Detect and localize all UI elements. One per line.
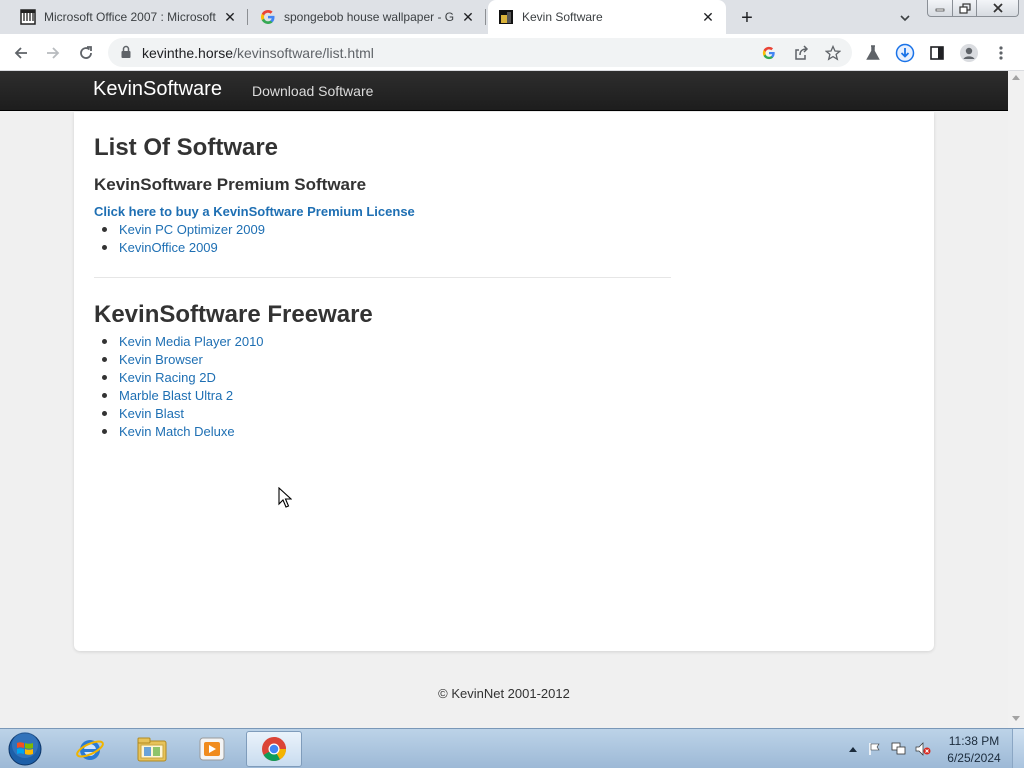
lock-icon[interactable] (120, 45, 132, 64)
list-item[interactable]: Kevin Media Player 2010 (94, 332, 264, 350)
site-brand-link[interactable]: KevinSoftware (93, 78, 222, 101)
software-link[interactable]: Kevin Media Player 2010 (119, 334, 264, 349)
list-item[interactable]: KevinOffice 2009 (94, 238, 265, 256)
start-button[interactable] (6, 731, 44, 767)
buy-premium-license-link[interactable]: Click here to buy a KevinSoftware Premiu… (94, 204, 415, 219)
tab-title: Kevin Software (522, 10, 603, 24)
page-title: List Of Software (94, 134, 279, 161)
side-panel-icon[interactable] (926, 42, 948, 64)
software-link[interactable]: Kevin Match Deluxe (119, 424, 235, 439)
forward-button[interactable] (42, 42, 64, 64)
list-item[interactable]: Kevin Racing 2D (94, 368, 264, 386)
url-text: kevinthe.horse/kevinsoftware/list.html (142, 45, 374, 61)
download-icon[interactable] (894, 42, 916, 64)
bullet-icon (102, 374, 107, 380)
new-tab-button[interactable]: + (736, 7, 758, 29)
vertical-scrollbar[interactable] (1008, 71, 1024, 728)
bullet-icon (102, 428, 107, 434)
freeware-section-heading: KevinSoftware Freeware (94, 301, 373, 328)
software-link[interactable]: Kevin Racing 2D (119, 370, 216, 385)
software-link[interactable]: Marble Blast Ultra 2 (119, 388, 233, 403)
premium-section-heading: KevinSoftware Premium Software (94, 175, 367, 194)
list-item[interactable]: Kevin Blast (94, 404, 264, 422)
tab-kevin-software[interactable]: Kevin Software ✕ (488, 0, 726, 34)
windows-explorer-icon[interactable] (124, 731, 180, 767)
clock-date[interactable]: 6/25/2024 (944, 751, 1004, 765)
bullet-icon (102, 338, 107, 344)
tab-title: spongebob house wallpaper - Go (284, 10, 454, 24)
show-desktop-button[interactable] (1012, 729, 1024, 768)
archive-icon (20, 9, 36, 25)
minimize-button[interactable] (927, 0, 953, 17)
content-panel: List Of Software KevinSoftware Premium S… (74, 112, 934, 651)
menu-kebab-icon[interactable] (990, 42, 1012, 64)
bookmark-star-icon[interactable] (822, 42, 844, 64)
software-link[interactable]: KevinOffice 2009 (119, 240, 218, 255)
bullet-icon (102, 392, 107, 398)
tab-separator (485, 9, 486, 25)
list-item[interactable]: Kevin PC Optimizer 2009 (94, 220, 265, 238)
tab-microsoft-office[interactable]: Microsoft Office 2007 : Microsoft ✕ (10, 0, 248, 34)
list-item[interactable]: Kevin Match Deluxe (94, 422, 264, 440)
address-bar[interactable]: kevinthe.horse/kevinsoftware/list.html (108, 38, 852, 67)
network-icon[interactable] (891, 741, 907, 757)
share-icon[interactable] (790, 42, 812, 64)
mouse-pointer-icon (278, 486, 293, 514)
close-icon[interactable]: ✕ (460, 9, 476, 25)
clock-time[interactable]: 11:38 PM (944, 734, 1004, 748)
volume-muted-icon[interactable] (915, 741, 931, 757)
scroll-up-arrow-icon[interactable] (1012, 75, 1020, 80)
chrome-icon[interactable] (246, 731, 302, 767)
footer-copyright: © KevinNet 2001-2012 (438, 686, 570, 701)
page-viewport: KevinSoftware Download Software List Of … (0, 71, 1024, 728)
premium-software-list: Kevin PC Optimizer 2009 KevinOffice 2009 (94, 220, 265, 256)
bullet-icon (102, 244, 107, 250)
google-lens-icon[interactable] (758, 42, 780, 64)
windows-taskbar: 11:38 PM 6/25/2024 (0, 728, 1024, 768)
show-hidden-icons-arrow-icon[interactable] (845, 741, 861, 757)
internet-explorer-icon[interactable] (62, 731, 118, 767)
labs-flask-icon[interactable] (862, 42, 884, 64)
freeware-software-list: Kevin Media Player 2010 Kevin Browser Ke… (94, 332, 264, 440)
bullet-icon (102, 410, 107, 416)
site-navbar: KevinSoftware Download Software (0, 71, 1008, 111)
tab-google-search[interactable]: spongebob house wallpaper - Go ✕ (250, 0, 486, 34)
restore-button[interactable] (953, 0, 977, 17)
back-button[interactable] (10, 42, 32, 64)
close-icon[interactable]: ✕ (700, 9, 716, 25)
browser-tab-strip: Microsoft Office 2007 : Microsoft ✕ spon… (0, 0, 1024, 34)
section-divider (94, 277, 671, 278)
url-path: /kevinsoftware/list.html (233, 45, 374, 61)
browser-toolbar: kevinthe.horse/kevinsoftware/list.html (0, 34, 1024, 71)
bullet-icon (102, 356, 107, 362)
list-item[interactable]: Kevin Browser (94, 350, 264, 368)
list-item[interactable]: Marble Blast Ultra 2 (94, 386, 264, 404)
bullet-icon (102, 226, 107, 232)
action-center-flag-icon[interactable] (867, 741, 883, 757)
tab-search-chevron-down-icon[interactable] (896, 9, 914, 27)
reload-button[interactable] (75, 42, 97, 64)
google-g-icon (260, 9, 276, 25)
kevin-favicon (498, 9, 514, 25)
tab-title: Microsoft Office 2007 : Microsoft (44, 10, 216, 24)
media-player-icon[interactable] (184, 731, 240, 767)
nav-download-software-link[interactable]: Download Software (252, 83, 373, 99)
window-close-button[interactable] (977, 0, 1019, 17)
software-link[interactable]: Kevin PC Optimizer 2009 (119, 222, 265, 237)
software-link[interactable]: Kevin Browser (119, 352, 203, 367)
software-link[interactable]: Kevin Blast (119, 406, 184, 421)
tab-separator (247, 9, 248, 25)
scroll-down-arrow-icon[interactable] (1012, 716, 1020, 721)
window-controls (927, 0, 1019, 18)
profile-avatar-icon[interactable] (958, 42, 980, 64)
url-host: kevinthe.horse (142, 45, 234, 61)
close-icon[interactable]: ✕ (222, 9, 238, 25)
